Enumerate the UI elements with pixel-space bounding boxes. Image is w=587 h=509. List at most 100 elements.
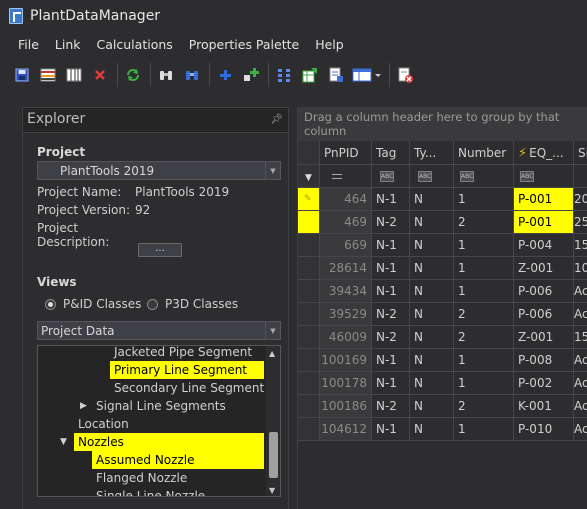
tree-item-location[interactable]: Location bbox=[78, 415, 129, 433]
column-header-eq[interactable]: ⚡︎ EQ_... bbox=[514, 141, 574, 165]
column-header-type[interactable]: Ty... bbox=[410, 141, 454, 165]
table-row[interactable]: 669 N-1 N 1 P-004 15 bbox=[298, 234, 587, 257]
cell-type: N bbox=[410, 395, 454, 418]
refresh-icon[interactable] bbox=[122, 64, 144, 86]
pin-icon[interactable]: 📌︎ bbox=[270, 114, 283, 125]
menu-file[interactable]: File bbox=[10, 37, 47, 52]
cell-eq: K-001 bbox=[514, 395, 574, 418]
column-header-pnpid[interactable]: PnPID bbox=[320, 141, 372, 165]
add-blue-icon[interactable] bbox=[214, 64, 236, 86]
table-row[interactable]: 39434 N-1 N 1 P-006 Ac bbox=[298, 280, 587, 303]
hierarchy-icon[interactable] bbox=[273, 64, 295, 86]
radio-pid-classes[interactable]: P&ID Classes bbox=[45, 297, 141, 311]
menu-bar: File Link Calculations Properties Palett… bbox=[0, 32, 587, 56]
table-row[interactable]: 469 N-2 N 2 P-001 25 bbox=[298, 211, 587, 234]
cell-type: N bbox=[410, 211, 454, 234]
menu-properties-palette[interactable]: Properties Palette bbox=[181, 37, 307, 52]
tree-scrollbar[interactable]: ▲ ▼ bbox=[266, 346, 280, 496]
cell-type: N bbox=[410, 303, 454, 326]
column-header-number[interactable]: Number bbox=[454, 141, 514, 165]
table-row[interactable]: 46009 N-2 N 2 Z-001 15 bbox=[298, 326, 587, 349]
scroll-down-icon[interactable]: ▼ bbox=[269, 486, 275, 495]
project-combo[interactable]: PlantTools 2019 ▼ bbox=[37, 161, 281, 180]
row-indicator bbox=[298, 257, 320, 280]
row-indicator bbox=[298, 234, 320, 257]
filter-cell-pnpid[interactable] bbox=[320, 165, 372, 188]
tree-item-jacketed-pipe-segment[interactable]: Jacketed Pipe Segment bbox=[114, 346, 252, 361]
column-header-tag[interactable]: Tag bbox=[372, 141, 410, 165]
tree-item-nozzles[interactable]: Nozzles bbox=[74, 433, 264, 451]
tree-items: Jacketed Pipe Segment Primary Line Segme… bbox=[38, 346, 267, 496]
group-by-bar[interactable]: Drag a column header here to group by th… bbox=[298, 107, 587, 141]
cell-type: N bbox=[410, 372, 454, 395]
cell-number: 1 bbox=[454, 280, 514, 303]
project-data-value: Project Data bbox=[41, 323, 115, 338]
cell-number: 1 bbox=[454, 234, 514, 257]
class-tree: Jacketed Pipe Segment Primary Line Segme… bbox=[37, 345, 281, 497]
menu-link[interactable]: Link bbox=[47, 37, 89, 52]
prop-key: Project Version: bbox=[37, 203, 131, 217]
lightning-icon: ⚡︎ bbox=[518, 146, 528, 161]
row-indicator bbox=[298, 211, 320, 234]
import-icon[interactable] bbox=[325, 64, 347, 86]
delete-report-icon[interactable] bbox=[394, 64, 416, 86]
cell-eq: Z-001 bbox=[514, 326, 574, 349]
prop-value: PlantTools 2019 bbox=[135, 185, 230, 199]
binoculars-icon[interactable] bbox=[155, 64, 177, 86]
column-header-size[interactable]: Siz bbox=[574, 141, 587, 165]
menu-calculations[interactable]: Calculations bbox=[89, 37, 181, 52]
tree-item-secondary-line-segment[interactable]: Secondary Line Segment bbox=[114, 379, 264, 397]
tree-item-signal-line-segments[interactable]: Signal Line Segments bbox=[96, 397, 226, 415]
filter-cell-number[interactable]: ABC bbox=[454, 165, 514, 188]
menu-help[interactable]: Help bbox=[307, 37, 352, 52]
table-row[interactable]: 100178 N-1 N 1 P-002 Ac bbox=[298, 372, 587, 395]
project-data-combo[interactable]: Project Data ▼ bbox=[37, 321, 281, 340]
filter-cell-size[interactable] bbox=[574, 165, 587, 188]
table-row[interactable]: 100186 N-2 N 2 K-001 Ac bbox=[298, 395, 587, 418]
cell-tag: N-1 bbox=[372, 188, 410, 211]
cell-eq: P-002 bbox=[514, 372, 574, 395]
radio-p3d-classes[interactable]: P3D Classes bbox=[147, 297, 238, 311]
close-icon[interactable] bbox=[89, 64, 111, 86]
scroll-up-icon[interactable]: ▲ bbox=[269, 349, 275, 358]
cell-type: N bbox=[410, 234, 454, 257]
tree-item-primary-line-segment[interactable]: Primary Line Segment bbox=[110, 361, 264, 379]
add-green-icon[interactable] bbox=[240, 64, 262, 86]
view-dropdown-icon[interactable] bbox=[351, 64, 383, 86]
columns-icon[interactable] bbox=[63, 64, 85, 86]
grid-panel: Drag a column header here to group by th… bbox=[297, 107, 587, 509]
cell-eq: P-008 bbox=[514, 349, 574, 372]
cell-type: N bbox=[410, 418, 454, 441]
table-row[interactable]: 28614 N-1 N 1 Z-001 10 bbox=[298, 257, 587, 280]
table-row[interactable]: 104612 N-1 N 1 P-010 Ac bbox=[298, 418, 587, 441]
table-row[interactable]: 39529 N-2 N 2 P-006 Ac bbox=[298, 303, 587, 326]
tree-item-assumed-nozzle[interactable]: Assumed Nozzle bbox=[92, 451, 264, 469]
save-icon[interactable] bbox=[11, 64, 33, 86]
cell-pnpid: 39434 bbox=[320, 280, 372, 303]
radio-pid-label: P&ID Classes bbox=[63, 297, 142, 311]
filter-cell-type[interactable]: ABC bbox=[410, 165, 454, 188]
views-label: Views bbox=[37, 275, 77, 289]
cell-pnpid: 100169 bbox=[320, 349, 372, 372]
cell-number: 1 bbox=[454, 372, 514, 395]
expand-right-icon[interactable]: ▶ bbox=[80, 401, 87, 411]
prop-key: Project Name: bbox=[37, 185, 122, 199]
table-row[interactable]: 100169 N-1 N 1 P-008 Ac bbox=[298, 349, 587, 372]
ellipsis-button[interactable]: ... bbox=[138, 243, 182, 257]
filter-icon[interactable]: ▼ bbox=[298, 165, 320, 188]
table-icon[interactable] bbox=[37, 64, 59, 86]
filter-cell-tag[interactable]: ABC bbox=[372, 165, 410, 188]
row-indicator-icon: ✎ bbox=[298, 188, 320, 211]
export-icon[interactable] bbox=[299, 64, 321, 86]
tree-item-single-line-nozzle[interactable]: Single Line Nozzle bbox=[96, 487, 205, 496]
abc-filter-icon: ABC bbox=[380, 171, 394, 182]
table-row[interactable]: ✎ 464 N-1 N 1 P-001 20 bbox=[298, 188, 587, 211]
binoculars-blue-icon[interactable] bbox=[181, 64, 203, 86]
cell-type: N bbox=[410, 349, 454, 372]
scroll-thumb[interactable] bbox=[269, 432, 278, 478]
row-indicator bbox=[298, 280, 320, 303]
expand-down-icon[interactable]: ▼ bbox=[60, 437, 67, 447]
filter-cell-eq[interactable]: ABC bbox=[514, 165, 574, 188]
tree-item-flanged-nozzle[interactable]: Flanged Nozzle bbox=[96, 469, 187, 487]
cell-pnpid: 46009 bbox=[320, 326, 372, 349]
